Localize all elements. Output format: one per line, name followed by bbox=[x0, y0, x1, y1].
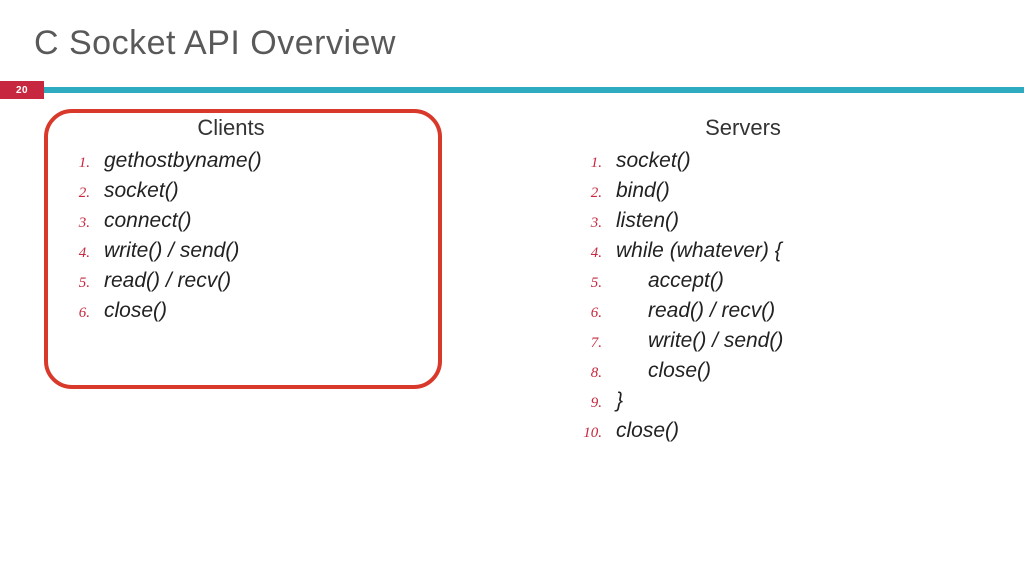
accent-rule bbox=[44, 87, 1024, 93]
item-number: 3. bbox=[64, 215, 104, 232]
item-text: bind() bbox=[616, 179, 670, 203]
item-text: listen() bbox=[616, 209, 679, 233]
page-number-badge: 20 bbox=[0, 81, 44, 99]
list-item: 5.accept() bbox=[562, 269, 984, 293]
item-number: 2. bbox=[64, 185, 104, 202]
list-item: 10.close() bbox=[562, 419, 984, 443]
clients-column: Clients 1.gethostbyname()2.socket()3.con… bbox=[50, 115, 472, 449]
item-text: close() bbox=[104, 299, 167, 323]
servers-list: 1.socket()2.bind()3.listen()4.while (wha… bbox=[562, 149, 984, 443]
item-text: while (whatever) { bbox=[616, 239, 782, 263]
item-text: gethostbyname() bbox=[104, 149, 262, 173]
slide-title: C Socket API Overview bbox=[0, 0, 1024, 81]
item-number: 6. bbox=[64, 305, 104, 322]
item-text: accept() bbox=[616, 269, 724, 293]
item-number: 5. bbox=[576, 275, 616, 292]
item-text: read() / recv() bbox=[104, 269, 231, 293]
content-columns: Clients 1.gethostbyname()2.socket()3.con… bbox=[0, 99, 1024, 449]
clients-list: 1.gethostbyname()2.socket()3.connect()4.… bbox=[50, 149, 472, 323]
item-text: write() / send() bbox=[616, 329, 783, 353]
list-item: 5.read() / recv() bbox=[50, 269, 472, 293]
item-number: 4. bbox=[576, 245, 616, 262]
list-item: 1.socket() bbox=[562, 149, 984, 173]
item-text: socket() bbox=[104, 179, 179, 203]
item-text: socket() bbox=[616, 149, 691, 173]
list-item: 4.write() / send() bbox=[50, 239, 472, 263]
list-item: 7.write() / send() bbox=[562, 329, 984, 353]
list-item: 6.close() bbox=[50, 299, 472, 323]
item-number: 1. bbox=[64, 155, 104, 172]
list-item: 6.read() / recv() bbox=[562, 299, 984, 323]
item-text: write() / send() bbox=[104, 239, 239, 263]
item-text: } bbox=[616, 389, 623, 413]
item-text: read() / recv() bbox=[616, 299, 775, 323]
list-item: 8.close() bbox=[562, 359, 984, 383]
list-item: 3.connect() bbox=[50, 209, 472, 233]
item-number: 1. bbox=[576, 155, 616, 172]
item-number: 8. bbox=[576, 365, 616, 382]
item-text: close() bbox=[616, 359, 711, 383]
item-number: 6. bbox=[576, 305, 616, 322]
clients-heading: Clients bbox=[50, 115, 472, 141]
item-number: 5. bbox=[64, 275, 104, 292]
item-text: close() bbox=[616, 419, 679, 443]
item-text: connect() bbox=[104, 209, 192, 233]
item-number: 10. bbox=[576, 425, 616, 442]
item-number: 9. bbox=[576, 395, 616, 412]
list-item: 3.listen() bbox=[562, 209, 984, 233]
item-number: 4. bbox=[64, 245, 104, 262]
servers-column: Servers 1.socket()2.bind()3.listen()4.wh… bbox=[562, 115, 984, 449]
item-number: 3. bbox=[576, 215, 616, 232]
list-item: 1.gethostbyname() bbox=[50, 149, 472, 173]
list-item: 4.while (whatever) { bbox=[562, 239, 984, 263]
item-number: 7. bbox=[576, 335, 616, 352]
list-item: 9.} bbox=[562, 389, 984, 413]
list-item: 2.bind() bbox=[562, 179, 984, 203]
servers-heading: Servers bbox=[562, 115, 984, 141]
divider-bar: 20 bbox=[0, 81, 1024, 99]
item-number: 2. bbox=[576, 185, 616, 202]
list-item: 2.socket() bbox=[50, 179, 472, 203]
